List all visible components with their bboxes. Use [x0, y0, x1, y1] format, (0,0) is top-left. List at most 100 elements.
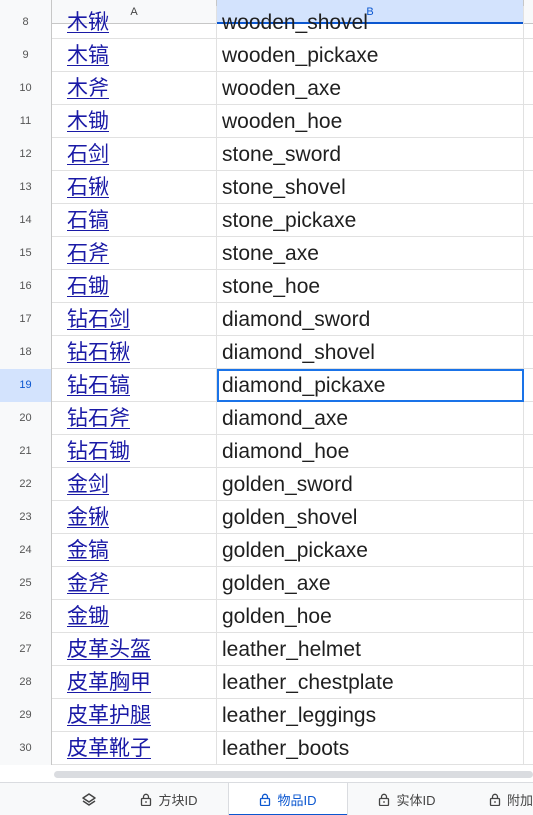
cell-a[interactable]: 石镐	[52, 204, 217, 237]
cell-b[interactable]: wooden_axe	[217, 72, 524, 105]
row-header[interactable]: 26	[0, 600, 52, 633]
row-header[interactable]: 15	[0, 237, 52, 270]
row-header[interactable]: 10	[0, 72, 52, 105]
cell-b[interactable]: golden_hoe	[217, 600, 524, 633]
cell-a[interactable]: 钻石剑	[52, 303, 217, 336]
cell-link[interactable]: 金锹	[67, 505, 109, 529]
cell-c[interactable]	[524, 534, 533, 567]
row-header[interactable]: 25	[0, 567, 52, 600]
cell-a[interactable]: 金斧	[52, 567, 217, 600]
cell-b[interactable]: leather_leggings	[217, 699, 524, 732]
sheet-tab[interactable]: 附加	[466, 783, 533, 815]
cell-c[interactable]	[524, 732, 533, 765]
cell-b[interactable]: wooden_shovel	[217, 6, 524, 39]
cell-c[interactable]	[524, 666, 533, 699]
cell-c[interactable]	[524, 468, 533, 501]
cell-link[interactable]: 皮革头盔	[67, 637, 151, 661]
cell-c[interactable]	[524, 567, 533, 600]
cell-link[interactable]: 石锹	[67, 175, 109, 199]
cell-link[interactable]: 钻石锹	[67, 340, 130, 364]
cell-b[interactable]: wooden_hoe	[217, 105, 524, 138]
cell-b[interactable]: diamond_axe	[217, 402, 524, 435]
cell-link[interactable]: 木锄	[67, 109, 109, 133]
cell-link[interactable]: 石锄	[67, 274, 109, 298]
cell-link[interactable]: 金镐	[67, 538, 109, 562]
cell-link[interactable]: 木斧	[67, 76, 109, 100]
cell-a[interactable]: 石锹	[52, 171, 217, 204]
cell-link[interactable]: 木锹	[67, 10, 109, 34]
cell-a[interactable]: 石斧	[52, 237, 217, 270]
cell-c[interactable]	[524, 270, 533, 303]
cell-c[interactable]	[524, 600, 533, 633]
row-header[interactable]: 14	[0, 204, 52, 237]
row-header[interactable]: 30	[0, 732, 52, 765]
cell-c[interactable]	[524, 699, 533, 732]
row-header[interactable]: 24	[0, 534, 52, 567]
cell-a[interactable]: 皮革靴子	[52, 732, 217, 765]
cell-link[interactable]: 石剑	[67, 142, 109, 166]
row-header[interactable]: 22	[0, 468, 52, 501]
row-header[interactable]: 12	[0, 138, 52, 171]
cell-c[interactable]	[524, 336, 533, 369]
cell-c[interactable]	[524, 435, 533, 468]
cell-link[interactable]: 木镐	[67, 43, 109, 67]
cell-b[interactable]: stone_pickaxe	[217, 204, 524, 237]
cell-b[interactable]: leather_chestplate	[217, 666, 524, 699]
row-header[interactable]: 16	[0, 270, 52, 303]
cell-link[interactable]: 皮革靴子	[67, 736, 151, 760]
cell-c[interactable]	[524, 105, 533, 138]
cell-a[interactable]: 皮革头盔	[52, 633, 217, 666]
cell-c[interactable]	[524, 39, 533, 72]
cell-c[interactable]	[524, 237, 533, 270]
cell-a[interactable]: 钻石斧	[52, 402, 217, 435]
cell-a[interactable]: 石剑	[52, 138, 217, 171]
cell-link[interactable]: 钻石剑	[67, 307, 130, 331]
row-header[interactable]: 21	[0, 435, 52, 468]
sheet-tab[interactable]: 方块ID	[110, 783, 228, 815]
row-header[interactable]: 20	[0, 402, 52, 435]
cell-b[interactable]: stone_sword	[217, 138, 524, 171]
cell-c[interactable]	[524, 72, 533, 105]
row-header[interactable]: 8	[0, 6, 52, 39]
cell-link[interactable]: 石斧	[67, 241, 109, 265]
row-header[interactable]: 9	[0, 39, 52, 72]
cell-c[interactable]	[524, 303, 533, 336]
cell-a[interactable]: 木斧	[52, 72, 217, 105]
cell-link[interactable]: 金锄	[67, 604, 109, 628]
cell-b[interactable]: leather_helmet	[217, 633, 524, 666]
cell-c[interactable]	[524, 402, 533, 435]
cell-link[interactable]: 金斧	[67, 571, 109, 595]
cell-b[interactable]: golden_axe	[217, 567, 524, 600]
cell-b[interactable]: diamond_hoe	[217, 435, 524, 468]
cell-b[interactable]: stone_shovel	[217, 171, 524, 204]
cell-link[interactable]: 钻石锄	[67, 439, 130, 463]
cell-b[interactable]: stone_axe	[217, 237, 524, 270]
sheet-tab[interactable]: 实体ID	[348, 783, 466, 815]
cell-c[interactable]	[524, 501, 533, 534]
all-sheets-button[interactable]	[76, 783, 102, 815]
cell-b[interactable]: wooden_pickaxe	[217, 39, 524, 72]
row-header[interactable]: 19	[0, 369, 52, 402]
cell-link[interactable]: 皮革胸甲	[67, 670, 151, 694]
row-header[interactable]: 27	[0, 633, 52, 666]
row-header[interactable]: 28	[0, 666, 52, 699]
cell-link[interactable]: 钻石斧	[67, 406, 130, 430]
scrollbar-thumb[interactable]	[54, 771, 533, 778]
cell-a[interactable]: 钻石镐	[52, 369, 217, 402]
cell-link[interactable]: 皮革护腿	[67, 703, 151, 727]
cell-a[interactable]: 金锹	[52, 501, 217, 534]
cell-c[interactable]	[524, 369, 533, 402]
cell-b[interactable]: diamond_pickaxe	[217, 369, 524, 402]
cell-b[interactable]: golden_shovel	[217, 501, 524, 534]
cell-a[interactable]: 石锄	[52, 270, 217, 303]
cell-b[interactable]: leather_boots	[217, 732, 524, 765]
cell-link[interactable]: 石镐	[67, 208, 109, 232]
row-header[interactable]: 18	[0, 336, 52, 369]
cell-c[interactable]	[524, 171, 533, 204]
sheet-tab[interactable]: 物品ID	[228, 783, 348, 815]
cell-b[interactable]: diamond_shovel	[217, 336, 524, 369]
cell-a[interactable]: 金镐	[52, 534, 217, 567]
row-header[interactable]: 29	[0, 699, 52, 732]
cell-link[interactable]: 金剑	[67, 472, 109, 496]
cell-a[interactable]: 木锄	[52, 105, 217, 138]
